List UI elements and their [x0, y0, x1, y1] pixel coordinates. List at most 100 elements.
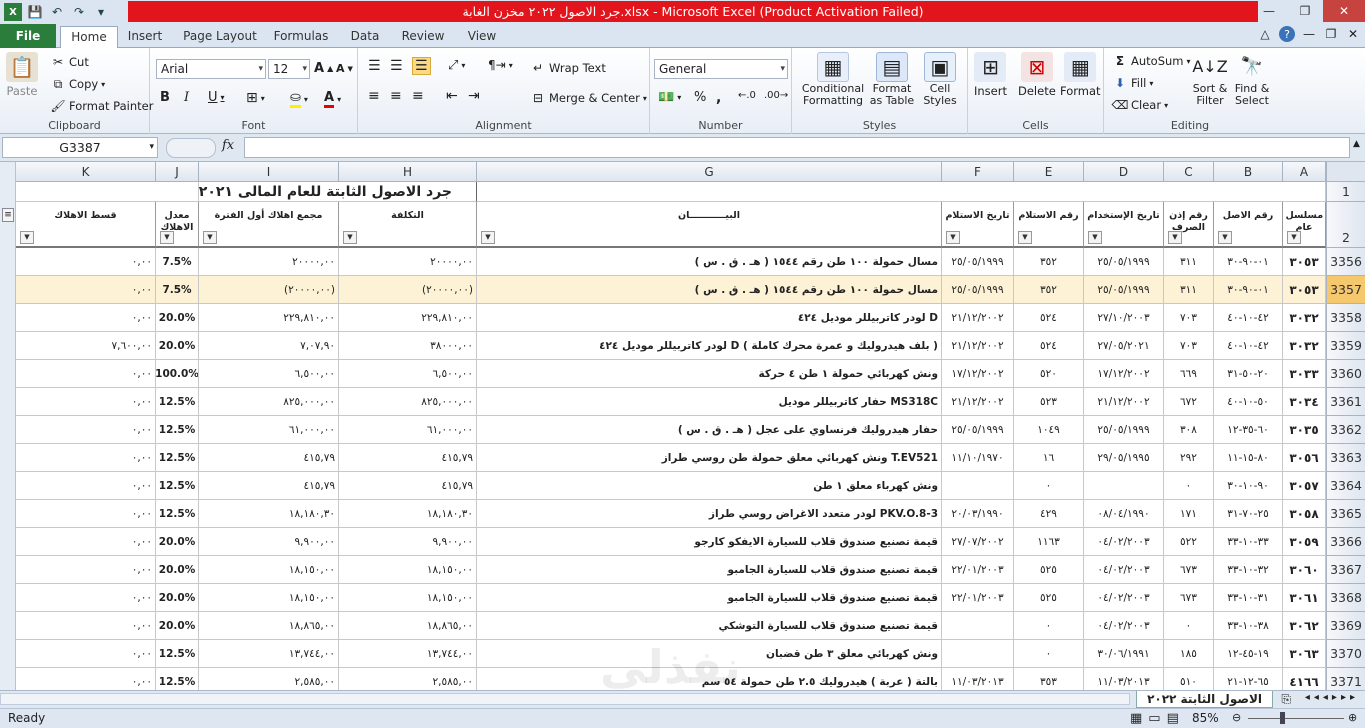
cell-j[interactable]: 20.0%	[156, 304, 199, 332]
cell-j[interactable]: 20.0%	[156, 612, 199, 640]
cell-f[interactable]: ٢١/١٢/٢٠٠٢	[942, 332, 1014, 360]
formula-expand-handle[interactable]	[166, 138, 216, 158]
sheet-title[interactable]: جرد الاصول الثابتة للعام المالى ٢٠٢٢/٢٠٢…	[199, 182, 477, 202]
filter-dropdown-icon[interactable]: ▼	[1168, 231, 1182, 244]
cell-b[interactable]: ٠١-٩٠-٣٠	[1214, 276, 1283, 304]
cell-g[interactable]: مسال حمولة ١٠٠ طن رقم ١٥٤٤ ( هـ . ق . س …	[477, 276, 942, 304]
worksheet-grid[interactable]: ≡ K J I H G F E D C B A 1 جرد الاصول الثابتة للعام ا…	[0, 162, 1365, 690]
insert-function-icon[interactable]: fx	[222, 138, 234, 153]
cell-e[interactable]: ١٦	[1014, 444, 1084, 472]
cell-k[interactable]: ٠,٠٠	[16, 388, 156, 416]
text-direction-button[interactable]: ¶⇥ ▾	[488, 58, 513, 72]
cell-d[interactable]: ١١/٠٣/٢٠١٣	[1084, 668, 1164, 690]
cell-h[interactable]: ١٨,١٨٠,٣٠	[339, 500, 477, 528]
column-header-d[interactable]: D	[1084, 162, 1164, 182]
cell-a[interactable]: ٤١٦٦	[1283, 668, 1326, 690]
column-heading-f[interactable]: تاريخ الاستلام ▼	[942, 202, 1014, 248]
font-name-combo[interactable]: Arial ▾	[156, 59, 266, 79]
cell-i[interactable]: ٢,٥٨٥,٠٠	[199, 668, 339, 690]
underline-button[interactable]: U ▾	[208, 90, 225, 105]
cell-b[interactable]: ٩٠-١٠-٣٠	[1214, 472, 1283, 500]
cell-i[interactable]: ١٨,١٥٠,٠٠	[199, 584, 339, 612]
cell-c[interactable]: ٣١١	[1164, 276, 1214, 304]
close-button[interactable]: ✕	[1323, 0, 1365, 22]
cell-k[interactable]: ٠,٠٠	[16, 612, 156, 640]
row-header[interactable]: 3363	[1326, 444, 1365, 472]
minimize-button[interactable]: —	[1251, 0, 1287, 22]
cell-e[interactable]: ٣٥٣	[1014, 668, 1084, 690]
cell-j[interactable]: 12.5%	[156, 388, 199, 416]
cell-j[interactable]: 7.5%	[156, 248, 199, 276]
cell-h[interactable]: ٦١,٠٠٠,٠٠	[339, 416, 477, 444]
cell-j[interactable]: 20.0%	[156, 584, 199, 612]
column-heading-e[interactable]: رقم الاستلام ▼	[1014, 202, 1084, 248]
filter-dropdown-icon[interactable]: ▼	[1218, 231, 1232, 244]
borders-button[interactable]: ⊞ ▾	[246, 90, 265, 106]
cell-j[interactable]: 12.5%	[156, 416, 199, 444]
column-heading-h[interactable]: التكلفة ▼	[339, 202, 477, 248]
cell-d[interactable]: ٠٤/٠٢/٢٠٠٣	[1084, 612, 1164, 640]
zoom-slider[interactable]	[1248, 718, 1344, 719]
cell-k[interactable]: ٠,٠٠	[16, 360, 156, 388]
wrap-text-button[interactable]: ↵ Wrap Text	[530, 60, 606, 76]
cell-c[interactable]: ٦٧٣	[1164, 556, 1214, 584]
cell-h[interactable]: ١٨,٨٦٥,٠٠	[339, 612, 477, 640]
cell-g[interactable]: حفار هيدروليك فرنساوي على عجل ( هـ . ق .…	[477, 416, 942, 444]
cell-c[interactable]: ٢٩٢	[1164, 444, 1214, 472]
increase-decimal-button[interactable]: ←.0	[738, 90, 756, 101]
cell-j[interactable]: 7.5%	[156, 276, 199, 304]
cell-a[interactable]: ٣٠٥٨	[1283, 500, 1326, 528]
tab-formulas[interactable]: Formulas	[270, 26, 332, 48]
cell-b[interactable]: ٢٥-٧٠-٣١	[1214, 500, 1283, 528]
cell-h[interactable]: ٦,٥٠٠,٠٠	[339, 360, 477, 388]
zoom-slider-thumb[interactable]	[1280, 712, 1285, 724]
filter-dropdown-icon[interactable]: ▼	[1018, 231, 1032, 244]
row-header[interactable]: 3360	[1326, 360, 1365, 388]
row-header[interactable]: 3358	[1326, 304, 1365, 332]
font-size-combo[interactable]: 12 ▾	[268, 59, 310, 79]
cell-e[interactable]: ٠	[1014, 612, 1084, 640]
cell-k[interactable]: ٠,٠٠	[16, 584, 156, 612]
cell-k[interactable]: ٧,٦٠٠,٠٠	[16, 332, 156, 360]
cell-h[interactable]: ٩,٩٠٠,٠٠	[339, 528, 477, 556]
cell-b[interactable]: ٨٠-١٥-١١	[1214, 444, 1283, 472]
column-header-e[interactable]: E	[1014, 162, 1084, 182]
cell-b[interactable]: ٥٠-١٠-٤٠	[1214, 388, 1283, 416]
row-header[interactable]: 3365	[1326, 500, 1365, 528]
cell-a[interactable]: ٣٠٥٦	[1283, 444, 1326, 472]
cell-k[interactable]: ٠,٠٠	[16, 668, 156, 690]
column-heading-a[interactable]: مسلسل عام ▼	[1283, 202, 1326, 248]
cell-f[interactable]: ٢١/١٢/٢٠٠٢	[942, 388, 1014, 416]
cell-e[interactable]: ٥٢٣	[1014, 388, 1084, 416]
tab-review[interactable]: Review	[398, 26, 448, 48]
cell-e[interactable]: ٠	[1014, 640, 1084, 668]
sheet-nav-arrows-icon[interactable]: ◂◂◂▸▸▸	[1305, 692, 1359, 703]
cell-e[interactable]: ٤٢٩	[1014, 500, 1084, 528]
cell-h[interactable]: ٤١٥,٧٩	[339, 472, 477, 500]
cell-a[interactable]: ٣٠٣٤	[1283, 388, 1326, 416]
cell-i[interactable]: ١٣,٧٤٤,٠٠	[199, 640, 339, 668]
column-header-f[interactable]: F	[942, 162, 1014, 182]
filter-dropdown-icon[interactable]: ▼	[1287, 231, 1301, 244]
row-header[interactable]: 3366	[1326, 528, 1365, 556]
cell-i[interactable]: ١٨,٨٦٥,٠٠	[199, 612, 339, 640]
zoom-in-icon[interactable]: ⊕	[1348, 711, 1357, 724]
cell-h[interactable]: ٤١٥,٧٩	[339, 444, 477, 472]
cell-d[interactable]: ٠٨/٠٤/١٩٩٠	[1084, 500, 1164, 528]
cell-h[interactable]: ٢٠٠٠٠,٠٠	[339, 248, 477, 276]
row-header[interactable]: 3359	[1326, 332, 1365, 360]
minimize-ribbon-icon[interactable]: △	[1257, 26, 1273, 42]
cell-a[interactable]: ٣٠٥٩	[1283, 528, 1326, 556]
tab-view[interactable]: View	[462, 26, 502, 48]
cell-i[interactable]: ٢٠٠٠٠,٠٠	[199, 248, 339, 276]
customize-qat-icon[interactable]: ▾	[92, 3, 110, 21]
cell-j[interactable]: 20.0%	[156, 332, 199, 360]
clear-button[interactable]: ⌫ Clear ▾	[1112, 97, 1169, 113]
fill-button[interactable]: ⬇ Fill ▾	[1112, 75, 1153, 91]
cell-g[interactable]: لودر متعدد الاغراض روسي طراز PKV.O.8-3	[477, 500, 942, 528]
cell-b[interactable]: ٣٣-١٠-٣٣	[1214, 528, 1283, 556]
cell-d[interactable]: ٢٧/١٠/٢٠٠٣	[1084, 304, 1164, 332]
workbook-minimize-icon[interactable]: —	[1301, 26, 1317, 42]
find-select-button[interactable]: 🔭 Find & Select	[1232, 52, 1272, 107]
cell-d[interactable]: ٠٤/٠٢/٢٠٠٣	[1084, 584, 1164, 612]
